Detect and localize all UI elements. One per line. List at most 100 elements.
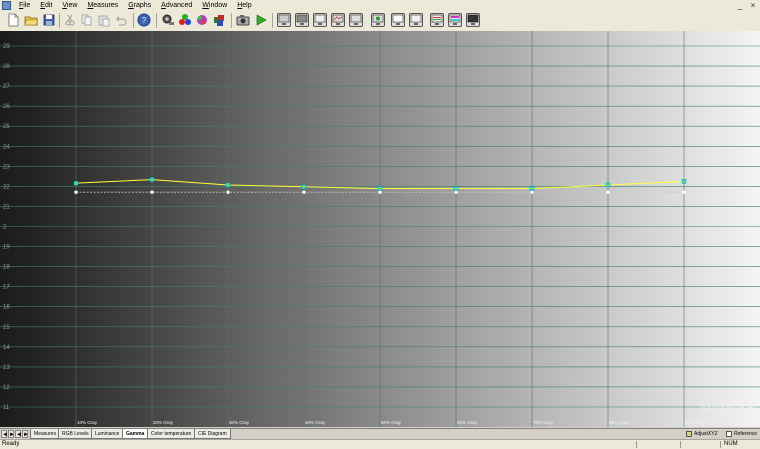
tab-luminance[interactable]: Luminance [91,429,124,439]
y-tick-label: 23 [3,164,10,170]
x-tick-label: 10% Gray [77,420,98,425]
y-tick-label: 11 [3,405,10,411]
tab-gamma[interactable]: Gamma [122,429,149,439]
svg-text:?: ? [142,16,147,25]
close-button[interactable]: × [748,1,758,10]
display-free-measure-icon[interactable] [371,13,385,27]
undo-icon[interactable] [114,13,128,27]
legend-reference-label: Reference [734,431,758,437]
tab-measures[interactable]: Measures [30,429,60,439]
generator-icon[interactable] [212,13,226,27]
measured-point [149,177,155,182]
legend-reference-checkbox[interactable] [726,431,732,437]
menu-help[interactable]: Help [232,0,256,11]
y-tick-label: 28 [3,64,10,70]
menu-help-rest: elp [242,2,252,9]
display-primaries-icon[interactable] [349,13,363,27]
minimize-button[interactable]: _ [735,1,745,10]
tab-rgb-levels[interactable]: RGB Levels [58,429,93,439]
y-tick-label: 24 [3,144,10,150]
legend-adjustxyz[interactable]: AdjustXYZ [686,430,718,438]
x-tick-label: 80% Gray [609,420,630,425]
y-tick-label: 26 [3,104,10,110]
menu-graphs-rest: raphs [133,2,152,9]
measured-point [681,179,687,184]
measured-point [225,182,231,188]
gamma-chart: 29 28 27 26 25 24 23 22 21 2 19 18 17 16 15 14 13 12 11 10… [0,31,760,427]
toolbar-separator [59,13,60,28]
y-tick-label: 22 [3,184,10,190]
color-gamut-icon[interactable] [195,13,209,27]
display-colors-icon[interactable] [430,13,444,27]
y-tick-label: 29 [3,44,10,50]
display-multicolor-icon[interactable] [448,13,462,27]
x-tick-label: 30% Gray [229,420,250,425]
x-tick-label: 40% Gray [305,420,326,425]
display-white-icon[interactable] [409,13,423,27]
chart-watermark: hcfr.sourceforge.net [701,405,754,411]
camera-icon[interactable] [236,13,250,27]
display-black-icon[interactable] [466,13,480,27]
tab-nav-next[interactable]: ► [8,430,15,438]
x-tick-label: 60% Gray [457,420,478,425]
reference-point [74,190,78,194]
y-tick-label: 13 [3,365,10,371]
menu-edit-rest: dit [44,2,53,9]
status-separator [720,441,721,448]
menu-window-rest: indow [208,2,228,9]
reference-point [150,190,154,194]
app-icon[interactable] [2,1,11,10]
paste-icon[interactable] [97,13,111,27]
y-tick-label: 15 [3,325,10,331]
menu-edit[interactable]: Edit [35,0,57,11]
tab-color-temperature[interactable]: Color temperature [147,429,196,439]
copy-icon[interactable] [80,13,94,27]
menu-graphs[interactable]: Graphs [123,0,156,11]
display-near-white-icon[interactable] [313,13,327,27]
status-separator [680,441,681,448]
y-tick-label: 18 [3,265,10,271]
reference-point [378,190,382,194]
x-tick-label: 70% Gray [533,420,554,425]
new-document-icon[interactable] [6,13,20,27]
y-tick-label: 25 [3,124,10,130]
y-tick-label: 16 [3,305,10,311]
x-tick-label: 20% Gray [153,420,174,425]
save-icon[interactable] [42,13,56,27]
sensor-icon[interactable] [161,13,175,27]
y-tick-label: 27 [3,84,10,90]
tab-cie-diagram[interactable]: CIE Diagram [194,429,231,439]
display-saturation-icon[interactable] [331,13,345,27]
menu-view-rest: iew [66,2,78,9]
menu-window[interactable]: Window [197,0,232,11]
tab-nav-last[interactable]: ► [22,430,29,438]
tab-nav-first[interactable]: ◄ [1,430,8,438]
help-icon[interactable]: ? [137,13,151,27]
display-grayscale-icon[interactable] [277,13,291,27]
y-tick-label: 17 [3,285,10,291]
toolbar-separator [231,13,232,28]
open-folder-icon[interactable] [24,13,38,27]
reference-point [682,190,686,194]
menu-view[interactable]: View [57,0,82,11]
menu-file[interactable]: File [14,0,35,11]
measured-point [301,184,307,189]
rgb-colors-icon[interactable] [178,13,192,27]
menu-measures[interactable]: Measures [82,0,123,11]
play-icon[interactable] [254,13,268,27]
measured-point [377,186,383,191]
display-contrast-icon[interactable] [391,13,405,27]
y-tick-label: 12 [3,385,10,391]
menu-advanced[interactable]: Advanced [156,0,197,11]
measured-point [529,186,535,191]
cut-icon[interactable] [63,13,77,27]
legend-adjustxyz-checkbox[interactable] [686,431,692,437]
tab-nav-prev[interactable]: ◄ [15,430,22,438]
display-near-black-icon[interactable] [295,13,309,27]
measured-point [453,186,459,191]
menu-measures-rest: easures [93,2,119,9]
toolbar: ? [0,11,760,32]
legend-reference[interactable]: Reference [726,430,757,438]
reference-point [226,190,230,194]
reference-point [606,190,610,194]
